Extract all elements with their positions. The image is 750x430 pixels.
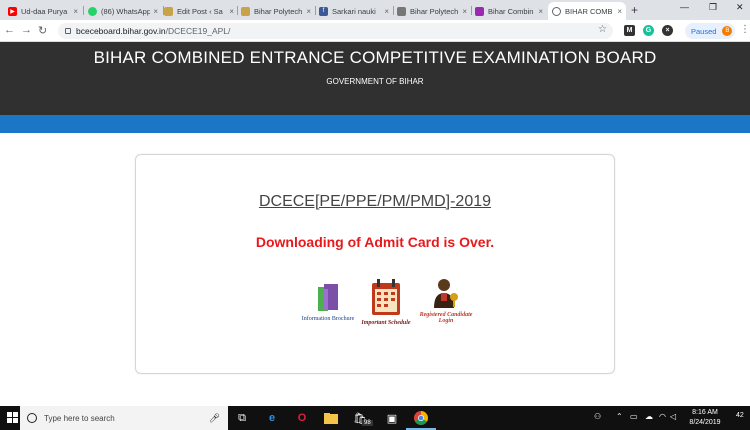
brochure-icon (318, 284, 338, 311)
whatsapp-icon (88, 6, 97, 16)
profile-status: Paused (691, 26, 717, 36)
browser-toolbar: ← → ↻ bceceboard.bihar.gov.in/DCECE19_AP… (0, 20, 750, 42)
more-menu-icon[interactable]: ⋮ (740, 24, 750, 35)
close-icon[interactable]: × (538, 7, 543, 16)
minimize-button[interactable]: — (680, 2, 689, 12)
bihar-polytechnic-icon (241, 6, 250, 16)
file-explorer-icon[interactable] (323, 410, 339, 426)
reload-button[interactable]: ↻ (38, 24, 47, 37)
admit-card-notice: Downloading of Admit Card is Over. (255, 234, 495, 250)
maximize-button[interactable]: ❐ (709, 2, 717, 13)
tab-title: Bihar Polytech (410, 6, 459, 16)
back-button[interactable]: ← (4, 24, 15, 36)
volume-icon[interactable]: ◁ (670, 412, 676, 421)
taskbar-search[interactable]: Type here to search 🎤︎ (20, 406, 228, 430)
wifi-icon[interactable]: ◠ (659, 412, 666, 421)
chevron-up-icon[interactable]: ⌃ (616, 412, 623, 421)
cortana-icon (27, 413, 37, 423)
brochure-label: Information Brochure (301, 316, 355, 322)
important-schedule-link[interactable]: Important Schedule (358, 277, 414, 326)
information-brochure-link[interactable]: Information Brochure (296, 283, 360, 322)
windows-start-icon[interactable] (7, 412, 18, 423)
new-tab-button[interactable]: + (631, 3, 638, 17)
tab-title: Sarkari nauki (332, 6, 376, 16)
site-subtitle: GOVERNMENT OF BIHAR (326, 77, 424, 86)
exam-title: DCECE[PE/PPE/PM/PMD]-2019 (258, 193, 492, 210)
close-icon[interactable]: × (153, 7, 158, 16)
tab-sarkari-naukri[interactable]: f Sarkari nauki × (315, 2, 393, 20)
network-icon[interactable]: ▭ (630, 412, 638, 421)
tab-title: Bihar Polytech (254, 6, 303, 16)
content-card: DCECE[PE/PPE/PM/PMD]-2019 Downloading of… (135, 154, 615, 374)
tab-title: (86) WhatsApp (101, 6, 151, 16)
calendar-icon (372, 279, 400, 315)
microphone-icon[interactable]: 🎤︎ (209, 413, 220, 424)
url-path: /DCECE19_APL/ (165, 26, 231, 36)
login-label-line2: Login (438, 318, 454, 324)
tab-whatsapp[interactable]: (86) WhatsApp × (84, 2, 162, 20)
close-icon[interactable]: × (462, 7, 467, 16)
bihar-combined-icon (475, 6, 484, 16)
close-icon[interactable]: × (229, 7, 234, 16)
profile-button[interactable]: Paused B (685, 23, 735, 39)
close-window-button[interactable]: ✕ (736, 2, 744, 13)
forward-button[interactable]: → (21, 24, 32, 36)
system-clock[interactable]: 8:16 AM 8/24/2019 (680, 408, 730, 428)
store-badge: 98 (362, 420, 373, 426)
url-domain: bceceboard.bihar.gov.in (76, 26, 166, 36)
tab-title: BIHAR COMB (565, 6, 613, 16)
people-icon[interactable]: ⚇ (594, 412, 601, 421)
site-header: BIHAR COMBINED ENTRANCE COMPETITIVE EXAM… (0, 42, 750, 115)
globe-icon (552, 6, 561, 16)
tab-bihar-polytechnic[interactable]: Bihar Polytech × (237, 2, 315, 20)
tab-title: Edit Post ‹ Sa (177, 6, 223, 16)
grammarly-icon[interactable]: G (643, 25, 654, 36)
notification-center-icon[interactable]: 42 (736, 412, 744, 419)
chrome-taskbar-icon[interactable] (413, 410, 429, 426)
facebook-icon: f (319, 6, 328, 16)
lock-icon (65, 28, 71, 34)
site-title: BIHAR COMBINED ENTRANCE COMPETITIVE EXAM… (93, 48, 657, 67)
tab-bihar-combined[interactable]: Bihar Combin × (471, 2, 547, 20)
edge-icon[interactable]: e (264, 410, 280, 426)
close-icon[interactable]: × (384, 7, 389, 16)
opera-icon[interactable]: O (294, 410, 310, 426)
clock-time: 8:16 AM (692, 409, 718, 416)
close-icon[interactable]: × (617, 7, 622, 16)
search-placeholder: Type here to search (44, 413, 115, 423)
notification-count: 42 (736, 412, 744, 419)
task-view-icon[interactable]: ⧉ (234, 410, 250, 426)
close-icon[interactable]: × (306, 7, 311, 16)
extension-x-icon[interactable]: × (662, 25, 673, 36)
tab-strip: ▶ Ud-daa Purya × (86) WhatsApp × Edit Po… (0, 0, 750, 20)
registered-candidate-login-link[interactable]: Registered Candidate Login (414, 277, 478, 324)
tab-bihar-polytechnic-2[interactable]: Bihar Polytech × (393, 2, 471, 20)
address-bar[interactable]: bceceboard.bihar.gov.in/DCECE19_APL/ ☆ (58, 23, 613, 39)
schedule-label: Important Schedule (361, 320, 411, 326)
youtube-icon: ▶ (8, 6, 17, 16)
tab-title: Bihar Combin (488, 6, 534, 16)
cloud-icon[interactable]: ☁ (645, 412, 653, 421)
tab-active-bihar-comb[interactable]: BIHAR COMB × (548, 2, 626, 20)
tab-youtube[interactable]: ▶ Ud-daa Purya × (4, 2, 82, 20)
extension-m-icon[interactable]: M (624, 25, 635, 36)
candidate-user-icon (434, 279, 458, 308)
close-icon[interactable]: × (73, 7, 78, 16)
edit-post-icon (164, 6, 173, 16)
bihar-polytechnic-icon (397, 6, 406, 16)
bookmark-star-icon[interactable]: ☆ (598, 24, 607, 35)
tab-title: Ud-daa Purya (21, 6, 68, 16)
clock-date: 8/24/2019 (689, 419, 721, 426)
store-bag-icon[interactable]: ▣ (384, 410, 400, 426)
avatar: B (722, 26, 733, 36)
windows-taskbar: Type here to search 🎤︎ ⧉ e O 🛍︎ 98 ▣ ⚇ ⌃… (0, 406, 750, 430)
tab-edit-post[interactable]: Edit Post ‹ Sa × (160, 2, 238, 20)
nav-band (0, 115, 750, 133)
url-text: bceceboard.bihar.gov.in/DCECE19_APL/ (76, 26, 230, 36)
